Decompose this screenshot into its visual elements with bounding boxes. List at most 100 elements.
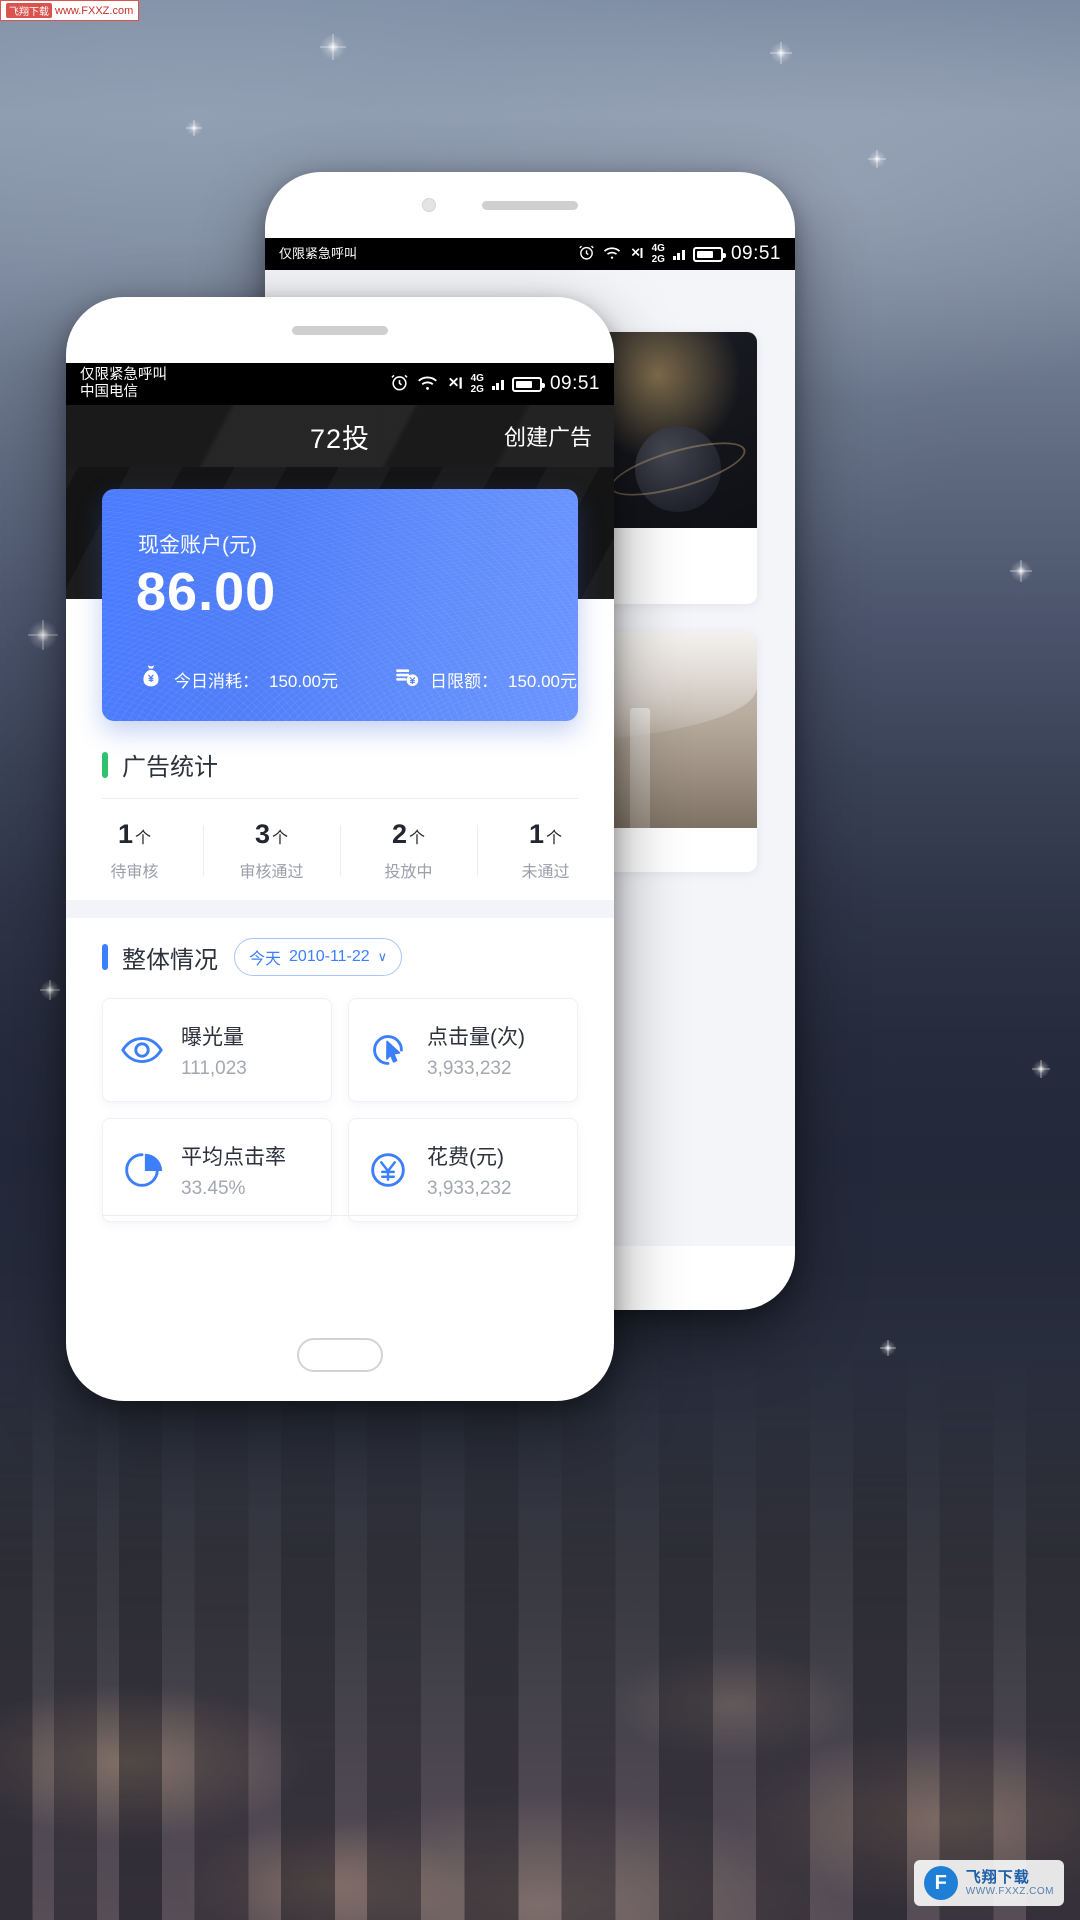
earpiece-speaker: [292, 325, 388, 335]
today-spend-label: 今日消耗：: [174, 672, 259, 691]
column-shape: [629, 708, 650, 828]
network-node-sparkle: [1010, 560, 1032, 582]
building-silhouettes: [0, 1360, 1080, 1920]
metric-name: 平均点击率: [181, 1145, 286, 1169]
metric-text: 花费(元) 3,933,232: [427, 1141, 512, 1200]
card-footer-row: 今日消耗： 150.00元 日限额： 150.00元: [102, 664, 578, 695]
back-phone-earpiece-area: [265, 172, 795, 238]
battery-icon: [511, 376, 545, 392]
ad-statistics-row: 1个 待审核 3个 审核通过 2个 投放中 1个 未通过: [66, 799, 614, 900]
watermark-tag: 飞翔下载: [6, 3, 52, 18]
back-carrier-label: 仅限紧急呼叫: [279, 246, 358, 262]
back-status-bar: 仅限紧急呼叫 4G 2G 09:51: [265, 238, 795, 270]
watermark-url: www.FXXZ.com: [55, 4, 134, 17]
overall-title: 整体情况: [122, 946, 218, 974]
alarm-icon: [390, 373, 409, 395]
metric-value: 111,023: [181, 1057, 247, 1079]
overall-section-header: 整体情况 今天 2010-11-22 ∨: [66, 918, 614, 984]
metric-card-cost[interactable]: 花费(元) 3,933,232: [348, 1118, 578, 1222]
stat-item-approved[interactable]: 3个 审核通过: [203, 819, 340, 882]
metric-card-ctr[interactable]: 平均点击率 33.45%: [102, 1118, 332, 1222]
network-type-indicator: 4G 2G: [470, 372, 484, 396]
no-sim-icon: [446, 375, 463, 394]
metric-card-clicks[interactable]: 点击量(次) 3,933,232: [348, 998, 578, 1102]
stat-caption: 未通过: [521, 864, 570, 881]
watermark-site-url: WWW.FXXZ.COM: [965, 1885, 1054, 1897]
daily-limit-item: 日限额： 150.00元: [394, 664, 577, 695]
metric-value: 3,933,232: [427, 1177, 512, 1199]
metric-value: 33.45%: [181, 1177, 246, 1199]
money-bag-icon: [138, 664, 164, 695]
battery-icon: [692, 246, 726, 262]
stat-caption: 投放中: [384, 864, 433, 881]
stat-caption: 审核通过: [239, 864, 304, 881]
today-spend-value: 150.00元: [269, 672, 338, 691]
alarm-icon: [578, 244, 595, 264]
watermark-text-block: 飞翔下载 WWW.FXXZ.COM: [966, 1869, 1054, 1898]
date-value-label: 2010-11-22: [289, 948, 370, 965]
watermark-top-left: 飞翔下载 www.FXXZ.com: [0, 0, 140, 21]
stat-item-running[interactable]: 2个 投放中: [340, 819, 477, 882]
front-carrier-name-label: 中国电信: [80, 384, 138, 400]
stat-number: 3个: [254, 819, 289, 849]
network-node-sparkle: [320, 34, 346, 60]
foreground-phone-mockup: 仅限紧急呼叫 中国电信 4G 2G 09:51 72投 创建广告 现金账户(元)…: [66, 297, 614, 1401]
front-phone-screen: 仅限紧急呼叫 中国电信 4G 2G 09:51 72投 创建广告 现金账户(元)…: [66, 363, 614, 1323]
ad-statistics-section: 广告统计 1个 待审核 3个 审核通过 2个 投放中 1 个 未通过 整体情况 …: [66, 729, 614, 1222]
metric-text: 曝光量 111,023: [181, 1021, 247, 1080]
app-header: 72投 创建广告: [66, 405, 614, 467]
metric-name: 点击量(次): [427, 1025, 525, 1049]
today-spend-item: 今日消耗： 150.00元: [138, 664, 338, 695]
home-button[interactable]: [297, 1338, 383, 1372]
section-accent-bar: [102, 944, 108, 970]
date-prefix-label: 今天: [249, 951, 282, 968]
create-ad-button[interactable]: 创建广告: [504, 420, 592, 452]
front-phone-earpiece-area: [66, 297, 614, 363]
ad-statistics-header: 广告统计: [66, 729, 614, 798]
bottom-divider: [102, 1215, 578, 1216]
front-phone-home-area: [66, 1323, 614, 1387]
section-accent-bar: [102, 751, 108, 778]
stat-item-pending-review[interactable]: 1个 待审核: [66, 819, 203, 882]
cash-account-amount: 86.00: [136, 562, 277, 622]
daily-limit-label: 日限额：: [430, 672, 498, 691]
ad-statistics-title: 广告统计: [122, 754, 218, 781]
front-clock-label: 09:51: [549, 373, 600, 394]
section-title-overall: 整体情况: [102, 940, 218, 975]
yuan-icon: [365, 1147, 411, 1193]
signal-bars-icon: [491, 379, 504, 390]
daily-limit-value: 150.00元: [508, 672, 577, 691]
front-camera-icon: [422, 198, 436, 212]
network-node-sparkle: [28, 620, 58, 650]
network-node-sparkle: [1032, 1060, 1050, 1078]
metric-value: 3,933,232: [427, 1057, 512, 1079]
cursor-icon: [365, 1027, 411, 1073]
metric-text: 平均点击率 33.45%: [181, 1141, 286, 1200]
network-node-sparkle: [186, 120, 202, 136]
stat-number: 1个: [117, 819, 152, 849]
chevron-down-icon: ∨: [377, 949, 388, 964]
cash-account-card[interactable]: 现金账户(元) 86.00 今日消耗： 150.00元 日限额： 150.00元: [102, 489, 578, 721]
watermark-bottom-right: F 飞翔下载 WWW.FXXZ.COM: [913, 1860, 1064, 1906]
metric-name: 曝光量: [181, 1025, 244, 1049]
network-node-sparkle: [868, 150, 886, 168]
pie-icon: [119, 1147, 165, 1193]
front-status-bar: 仅限紧急呼叫 中国电信 4G 2G 09:51: [66, 363, 614, 405]
stat-number: 2个: [391, 819, 426, 849]
network-type-indicator: 4G 2G: [651, 242, 665, 266]
earpiece-speaker: [482, 200, 578, 210]
eye-icon: [119, 1027, 165, 1073]
signal-bars-icon: [672, 249, 685, 260]
metrics-grid: 曝光量 111,023 点击量(次) 3,933,232 平均点击率 33.45…: [66, 984, 614, 1222]
no-sim-icon: [629, 246, 644, 263]
metric-name: 花费(元): [427, 1145, 504, 1169]
back-clock-label: 09:51: [730, 243, 781, 264]
network-node-sparkle: [770, 42, 792, 64]
metric-card-impressions[interactable]: 曝光量 111,023: [102, 998, 332, 1102]
network-node-sparkle: [40, 980, 60, 1000]
date-range-selector[interactable]: 今天 2010-11-22 ∨: [234, 938, 403, 976]
app-main-content: 现金账户(元) 86.00 今日消耗： 150.00元 日限额： 150.00元…: [66, 467, 614, 1323]
stat-item-rejected[interactable]: 1个 未通过: [477, 819, 614, 882]
watermark-site-name: 飞翔下载: [965, 1868, 1030, 1886]
wifi-icon: [603, 246, 621, 263]
